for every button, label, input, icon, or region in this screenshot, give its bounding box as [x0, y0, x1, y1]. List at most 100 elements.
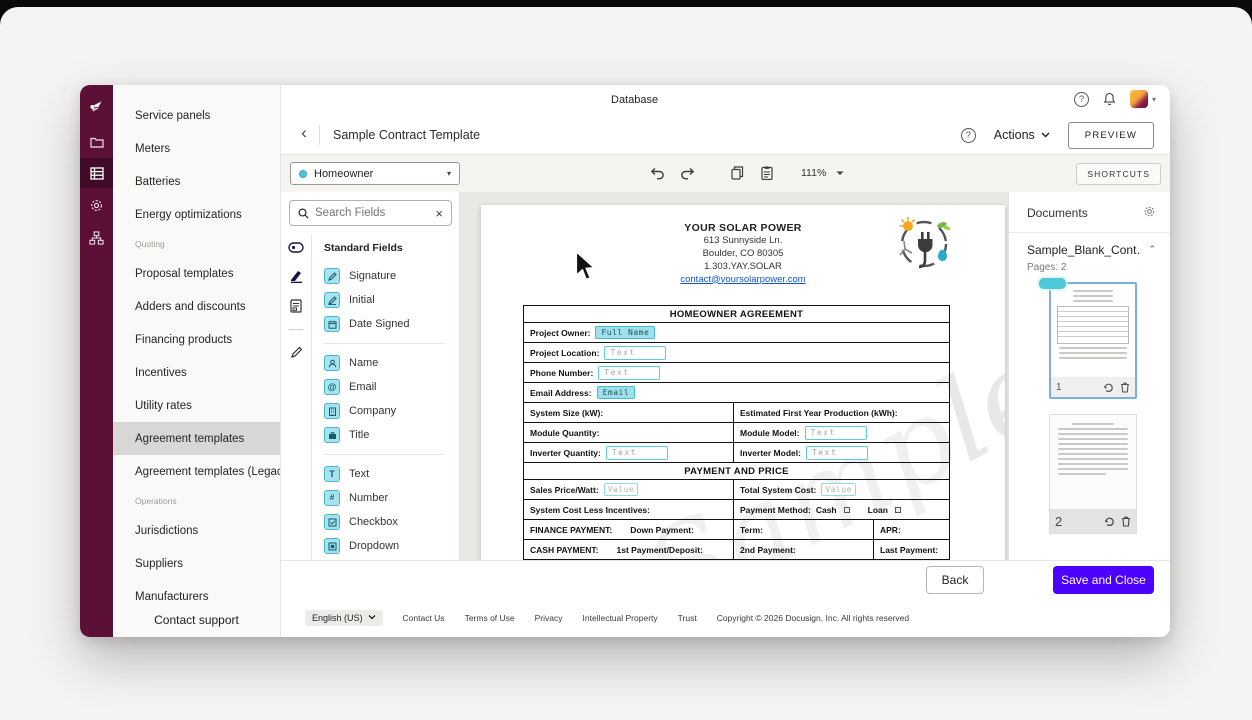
save-and-close-button[interactable]: Save and Close	[1053, 566, 1154, 594]
field-item-number[interactable]: # Number	[324, 486, 459, 510]
avatar-caret-icon[interactable]: ▾	[1152, 95, 1156, 104]
search-fields-box[interactable]: ×	[289, 200, 452, 226]
field-item-date-signed[interactable]: Date Signed	[324, 312, 459, 336]
finance-payment-label: FINANCE PAYMENT:	[530, 525, 612, 535]
payment-method-label: Payment Method:	[740, 505, 811, 515]
trust-link[interactable]: Trust	[678, 613, 697, 623]
text-field-box[interactable]: Text	[604, 346, 666, 360]
contact-us-link[interactable]: Contact Us	[403, 613, 445, 623]
loan-checkbox[interactable]	[895, 507, 901, 513]
org-hierarchy-icon[interactable]	[80, 223, 113, 253]
redo-icon[interactable]	[677, 163, 697, 183]
back-button[interactable]: Back	[926, 566, 984, 594]
sidebar-item-agreement-templates-legacy[interactable]: Agreement templates (Legac…	[113, 455, 280, 488]
loan-label: Loan	[868, 505, 888, 515]
zoom-level[interactable]: 111%	[801, 167, 826, 179]
sidebar-item-utility-rates[interactable]: Utility rates	[113, 389, 280, 422]
field-item-dropdown[interactable]: Dropdown	[324, 534, 459, 558]
preview-button[interactable]: PREVIEW	[1068, 122, 1154, 149]
sidebar-item-service-panels[interactable]: Service panels	[113, 99, 280, 132]
field-item-company[interactable]: Company	[324, 399, 459, 423]
delete-page-icon[interactable]	[1121, 516, 1131, 527]
fields-panel: ×	[281, 192, 460, 560]
sidebar-item-energy-optimizations[interactable]: Energy optimizations	[113, 198, 280, 231]
help-icon[interactable]: ?	[1074, 92, 1089, 107]
rotate-page-icon[interactable]	[1104, 516, 1115, 526]
recipient-select[interactable]: Homeowner ▾	[290, 162, 460, 185]
contact-support-link[interactable]: Contact support	[113, 613, 280, 627]
templates-icon[interactable]	[80, 158, 113, 188]
editor-help-icon[interactable]: ?	[961, 128, 976, 143]
document-canvas[interactable]: Sample YOUR SOLAR POWER 613 Sunnyside Ln…	[460, 192, 1008, 560]
actions-menu[interactable]: Actions	[994, 128, 1050, 142]
field-item-signature[interactable]: Signature	[324, 264, 459, 288]
field-item-text[interactable]: T Text	[324, 462, 459, 486]
value-field-box[interactable]: Value	[821, 483, 856, 496]
first-payment-label: 1st Payment/Deposit:	[616, 545, 702, 555]
document-page[interactable]: Sample YOUR SOLAR POWER 613 Sunnyside Ln…	[481, 205, 1005, 560]
rotate-page-icon[interactable]	[1103, 382, 1114, 392]
sidebar-item-suppliers[interactable]: Suppliers	[113, 547, 280, 580]
field-item-name[interactable]: Name	[324, 351, 459, 375]
text-field-box[interactable]: Text	[606, 446, 668, 460]
text-field-box[interactable]: Text	[806, 446, 868, 460]
top-bar: Database ? ▾	[281, 85, 1170, 115]
calendar-icon	[324, 316, 340, 332]
documents-settings-gear-icon[interactable]	[1143, 205, 1156, 218]
est-production-label: Estimated First Year Production (kWh):	[734, 403, 949, 422]
value-field-box[interactable]: Value	[604, 483, 639, 496]
sidebar-item-adders-discounts[interactable]: Adders and discounts	[113, 290, 280, 323]
document-name[interactable]: Sample_Blank_Cont…	[1027, 243, 1139, 257]
standard-fields-tab-icon[interactable]	[288, 242, 304, 253]
search-fields-input[interactable]	[315, 207, 429, 219]
undo-icon[interactable]	[647, 163, 667, 183]
email-field-chip[interactable]: Email	[597, 386, 636, 399]
privacy-link[interactable]: Privacy	[535, 613, 563, 623]
field-item-initial[interactable]: Initial	[324, 288, 459, 312]
cash-checkbox[interactable]	[844, 507, 850, 513]
agreement-title: HOMEOWNER AGREEMENT	[524, 306, 949, 322]
field-item-title[interactable]: Title	[324, 423, 459, 447]
user-avatar[interactable]	[1130, 90, 1148, 108]
cash-label: Cash	[816, 505, 837, 515]
pencil-icon[interactable]	[290, 346, 303, 359]
sidebar-item-financing-products[interactable]: Financing products	[113, 323, 280, 356]
signature-stamp-icon[interactable]	[289, 269, 304, 283]
delete-page-icon[interactable]	[1120, 382, 1130, 393]
sidebar-item-meters[interactable]: Meters	[113, 132, 280, 165]
sidebar-item-jurisdictions[interactable]: Jurisdictions	[113, 514, 280, 547]
text-field-box[interactable]: Text	[805, 426, 867, 440]
paste-icon[interactable]	[757, 163, 777, 183]
recipient-selected-label: Homeowner	[314, 168, 373, 180]
zoom-caret-icon[interactable]	[836, 171, 844, 176]
text-field-box[interactable]: Text	[598, 366, 660, 380]
shortcuts-button[interactable]: SHORTCUTS	[1076, 163, 1161, 185]
sidebar-item-batteries[interactable]: Batteries	[113, 165, 280, 198]
terms-of-use-link[interactable]: Terms of Use	[465, 613, 515, 623]
settings-gear-icon[interactable]	[80, 190, 113, 220]
chevron-down-icon	[1041, 132, 1050, 138]
full-name-field-chip[interactable]: Full Name	[595, 326, 655, 339]
sidebar-item-incentives[interactable]: Incentives	[113, 356, 280, 389]
folder-icon[interactable]	[80, 127, 113, 157]
sidebar-item-manufacturers[interactable]: Manufacturers	[113, 580, 280, 613]
language-select[interactable]: English (US)	[305, 610, 383, 626]
project-location-label: Project Location:	[530, 348, 599, 358]
collapse-chevron-icon[interactable]: ⌃	[1148, 244, 1156, 255]
field-item-email[interactable]: @ Email	[324, 375, 459, 399]
clear-search-icon[interactable]: ×	[435, 206, 443, 221]
field-item-checkbox[interactable]: Checkbox	[324, 510, 459, 534]
intellectual-property-link[interactable]: Intellectual Property	[583, 613, 658, 623]
form-page-icon[interactable]	[290, 299, 302, 313]
back-chevron-icon[interactable]: ‹	[295, 123, 313, 143]
field-category-strip	[281, 234, 311, 560]
divider	[324, 454, 445, 455]
sidebar-item-agreement-templates[interactable]: Agreement templates	[113, 422, 280, 455]
page-thumbnail-1[interactable]: 1	[1049, 282, 1137, 399]
notifications-bell-icon[interactable]	[1103, 92, 1116, 106]
copy-icon[interactable]	[727, 163, 747, 183]
nav-rail	[80, 85, 113, 637]
sidebar-item-proposal-templates[interactable]: Proposal templates	[113, 257, 280, 290]
template-header-bar: ‹ Sample Contract Template ? Actions PRE…	[281, 115, 1170, 155]
page-thumbnail-2[interactable]: 2	[1049, 414, 1137, 534]
